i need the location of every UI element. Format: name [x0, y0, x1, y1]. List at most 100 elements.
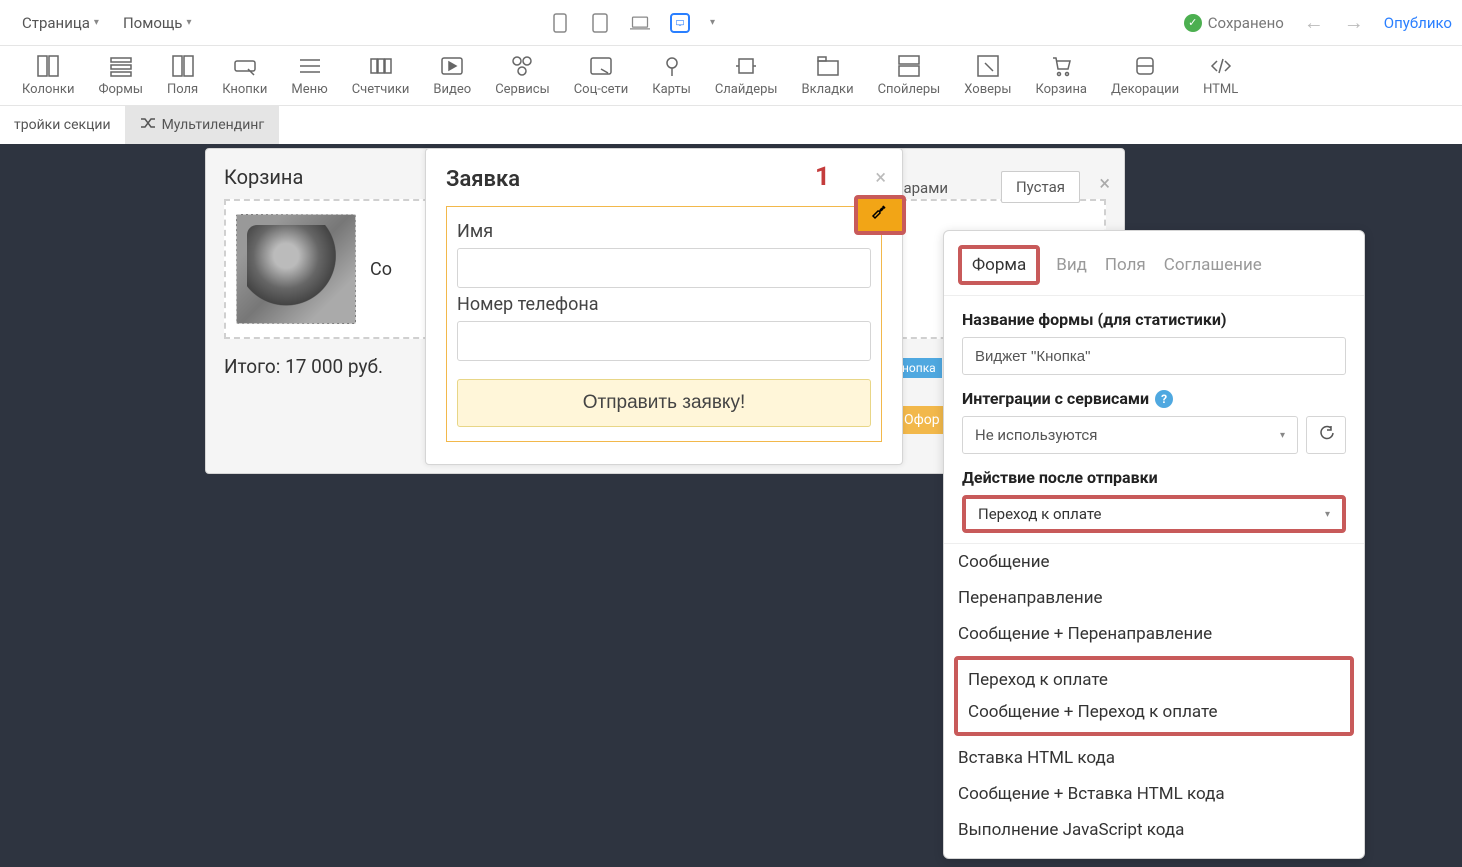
tab-fields[interactable]: Поля	[1103, 251, 1148, 279]
settings-button[interactable]	[854, 195, 906, 235]
tool-buttons[interactable]: Кнопки	[210, 50, 279, 101]
tool-cart[interactable]: Корзина	[1023, 50, 1099, 101]
forward-arrow-icon[interactable]: →	[1344, 10, 1364, 35]
cart-icon	[1049, 54, 1073, 78]
tab-agreement[interactable]: Соглашение	[1162, 251, 1264, 279]
dropdown-option[interactable]: Выполнение JavaScript кода	[944, 812, 1364, 848]
chevron-down-icon: ▾	[1280, 430, 1285, 441]
back-arrow-icon[interactable]: ←	[1304, 10, 1324, 35]
menu-help[interactable]: Помощь ▾	[111, 8, 204, 38]
refresh-icon	[1318, 425, 1334, 445]
phone-input[interactable]	[457, 321, 871, 361]
form-name-input[interactable]	[962, 337, 1346, 375]
tab-form[interactable]: Форма	[958, 245, 1040, 285]
html-icon	[1209, 54, 1233, 78]
tool-label: Счетчики	[352, 82, 410, 97]
tab-view[interactable]: Вид	[1054, 251, 1089, 279]
tool-maps[interactable]: Карты	[640, 50, 703, 101]
menu-icon	[298, 54, 322, 78]
tool-label: Кнопки	[222, 82, 267, 97]
social-icon	[589, 54, 613, 78]
widget-toolbar: Колонки Формы Поля Кнопки Меню Счетчики …	[0, 46, 1462, 106]
desktop-icon[interactable]	[670, 13, 690, 33]
panel-tabs: Форма Вид Поля Соглашение	[944, 231, 1364, 296]
tool-hovers[interactable]: Ховеры	[952, 50, 1023, 101]
columns-icon	[36, 54, 60, 78]
cart-item-name: Со	[370, 259, 392, 280]
check-icon: ✓	[1184, 14, 1202, 32]
close-icon[interactable]: ×	[1099, 171, 1110, 195]
refresh-button[interactable]	[1306, 416, 1346, 454]
cart-tab-empty[interactable]: Пустая	[1001, 171, 1080, 203]
integrations-select[interactable]: Не используются ▾	[962, 416, 1298, 454]
tool-label: Спойлеры	[878, 82, 941, 97]
tool-html[interactable]: HTML	[1191, 50, 1250, 101]
dropdown-option[interactable]: Сообщение + Вставка HTML кода	[944, 776, 1364, 812]
highlighted-options: Переход к оплате Сообщение + Переход к о…	[954, 656, 1354, 736]
top-bar: Страница ▾ Помощь ▾ ▾ ✓ Сохранено ← → Оп…	[0, 0, 1462, 46]
integrations-label: Интеграции с сервисами ?	[962, 389, 1346, 408]
dropdown-option[interactable]: Сообщение	[944, 544, 1364, 580]
tool-decorations[interactable]: Декорации	[1099, 50, 1191, 101]
dropdown-option[interactable]: Переход к оплате	[958, 664, 1350, 696]
tool-label: Декорации	[1111, 82, 1179, 97]
tab-multilanding[interactable]: Мультилендинг	[126, 106, 280, 144]
action-label: Действие после отправки	[962, 468, 1346, 487]
forms-icon	[109, 54, 133, 78]
dropdown-option[interactable]: Перенаправление	[944, 580, 1364, 616]
action-select[interactable]: Переход к оплате ▾	[962, 495, 1346, 533]
tool-services[interactable]: Сервисы	[483, 50, 562, 101]
tabs-icon	[816, 54, 840, 78]
tool-social[interactable]: Соц-сети	[562, 50, 641, 101]
help-icon[interactable]: ?	[1155, 390, 1173, 408]
dropdown-option[interactable]: Сообщение + Переход к оплате	[958, 696, 1350, 728]
tab-section-settings[interactable]: тройки секции	[0, 106, 126, 144]
close-icon[interactable]: ×	[875, 165, 886, 189]
tool-label: Карты	[652, 82, 691, 97]
hovers-icon	[976, 54, 1000, 78]
field-phone-label: Номер телефона	[457, 294, 871, 315]
shuffle-icon	[140, 115, 156, 135]
chevron-down-icon: ▾	[186, 17, 191, 28]
spoilers-icon	[897, 54, 921, 78]
publish-button[interactable]: Опублико	[1384, 14, 1452, 32]
tool-fields[interactable]: Поля	[155, 50, 210, 101]
annotation-1: 1	[815, 162, 830, 192]
tab-label: Мультилендинг	[162, 117, 265, 133]
tool-columns[interactable]: Колонки	[10, 50, 86, 101]
tablet-icon[interactable]	[590, 13, 610, 33]
menu-page-label: Страница	[22, 14, 90, 32]
tool-label: Вкладки	[802, 82, 854, 97]
tool-tabs[interactable]: Вкладки	[790, 50, 866, 101]
tool-counters[interactable]: Счетчики	[340, 50, 422, 101]
name-input[interactable]	[457, 248, 871, 288]
menu-help-label: Помощь	[123, 14, 183, 32]
tool-menu[interactable]: Меню	[279, 50, 339, 101]
laptop-icon[interactable]	[630, 13, 650, 33]
submit-button[interactable]: Отправить заявку!	[457, 379, 871, 427]
services-icon	[510, 54, 534, 78]
menu-page[interactable]: Страница ▾	[10, 8, 111, 38]
tool-label: Корзина	[1035, 82, 1087, 97]
tool-forms[interactable]: Формы	[86, 50, 154, 101]
fields-icon	[171, 54, 195, 78]
counters-icon	[369, 54, 393, 78]
chevron-down-icon: ▾	[1325, 509, 1330, 520]
chevron-down-icon[interactable]: ▾	[710, 17, 715, 28]
maps-icon	[660, 54, 684, 78]
dropdown-option[interactable]: Вставка HTML кода	[944, 740, 1364, 776]
tool-label: Видео	[433, 82, 471, 97]
tool-sliders[interactable]: Слайдеры	[703, 50, 790, 101]
form-container: Имя Номер телефона Отправить заявку!	[446, 206, 882, 442]
buttons-icon	[233, 54, 257, 78]
tool-label: Сервисы	[495, 82, 550, 97]
cart-item-image	[236, 214, 356, 324]
tool-spoilers[interactable]: Спойлеры	[866, 50, 953, 101]
dropdown-option[interactable]: Сообщение + Перенаправление	[944, 616, 1364, 652]
tool-video[interactable]: Видео	[421, 50, 483, 101]
wrench-icon	[870, 203, 890, 227]
badge-checkout: Офор	[896, 406, 948, 434]
phone-icon[interactable]	[550, 13, 570, 33]
decorations-icon	[1133, 54, 1157, 78]
tool-label: Соц-сети	[574, 82, 629, 97]
